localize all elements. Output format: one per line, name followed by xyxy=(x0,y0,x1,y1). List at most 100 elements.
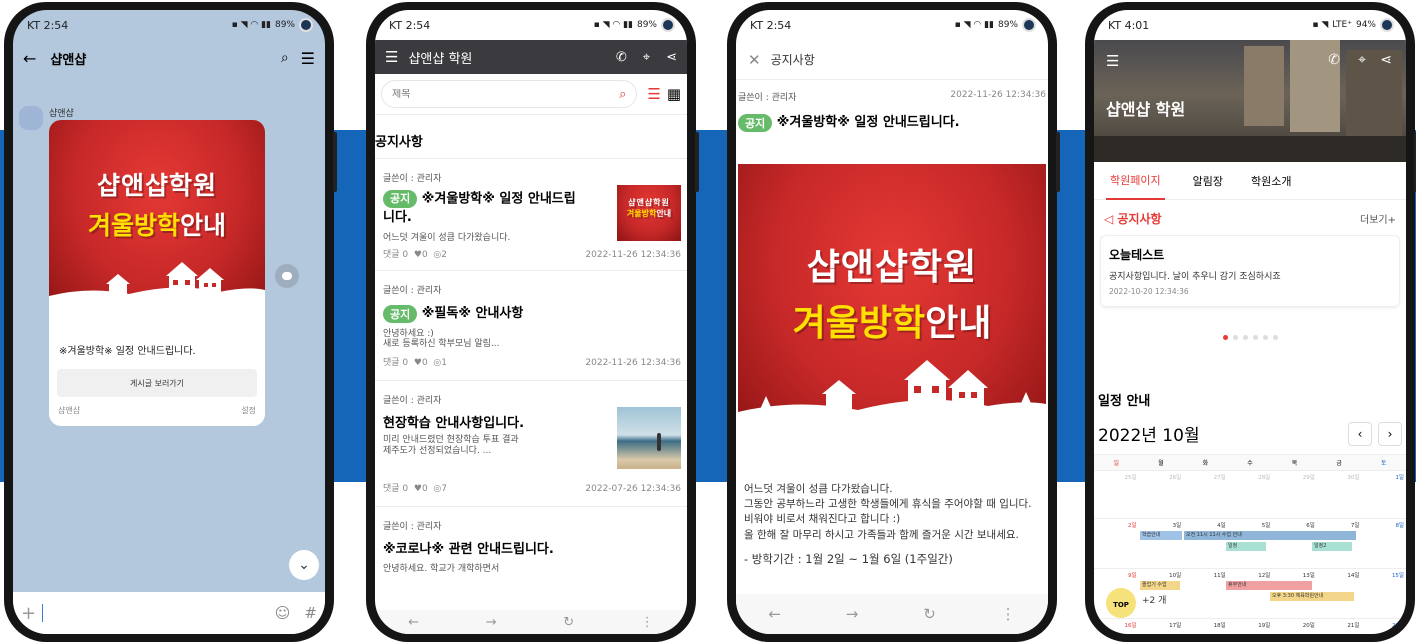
day-cell[interactable]: 29일 xyxy=(1272,471,1317,518)
reload-icon[interactable]: ↻ xyxy=(563,615,574,630)
hashtag-icon[interactable]: # xyxy=(304,604,317,622)
day-cell[interactable]: 28일 xyxy=(1228,471,1273,518)
more-icon[interactable]: ⋮ xyxy=(1001,605,1016,623)
day-cell[interactable]: 27일 xyxy=(1183,471,1228,518)
plus-icon[interactable]: + xyxy=(21,603,36,624)
day-cell[interactable]: 2일 xyxy=(1094,519,1139,568)
location-icon[interactable]: ⌖ xyxy=(1358,52,1366,68)
day-cell[interactable]: 11일 xyxy=(1183,569,1228,618)
poster-line1: 샵앤샵학원 xyxy=(806,247,978,288)
tab-academy-intro[interactable]: 학원소개 xyxy=(1251,173,1291,189)
calendar-event[interactable]: 오후 3:30 체육학원안내 xyxy=(1270,592,1354,601)
phone-icon[interactable]: ✆ xyxy=(1328,52,1340,68)
app-header: ☰ 샵앤샵 학원 ✆ ⌖ ⋖ xyxy=(375,40,687,74)
view-post-button[interactable]: 게시글 보러가기 xyxy=(57,369,257,397)
sender-avatar[interactable] xyxy=(19,106,43,130)
day-cell[interactable]: 25일 xyxy=(1094,471,1139,518)
calendar-event[interactable]: 일정2 xyxy=(1312,542,1352,551)
carousel-dot[interactable] xyxy=(1222,335,1228,340)
post-item[interactable]: 글쓴이 : 관리자 공지 ※필독※ 안내사항 안녕하세요 :) 새로 등록하신 … xyxy=(375,271,687,381)
day-cell[interactable]: 6일 xyxy=(1272,519,1317,568)
hamburger-icon[interactable]: ☰ xyxy=(385,48,398,66)
hamburger-icon[interactable]: ☰ xyxy=(1106,52,1119,70)
message-input[interactable] xyxy=(42,604,44,622)
day-cell[interactable]: 12일 xyxy=(1228,569,1273,618)
weekday-label: 목 xyxy=(1291,460,1298,467)
day-cell[interactable]: 8일 xyxy=(1361,519,1406,568)
notice-card-title: 오늘테스트 xyxy=(1109,248,1165,262)
search-icon[interactable]: ⌕ xyxy=(619,87,626,102)
calendar-event[interactable]: 학습안내 xyxy=(1140,531,1182,540)
carousel-dot[interactable] xyxy=(1242,335,1248,340)
post-stats: 댓글 0 ♥0 ◎1 xyxy=(383,358,447,368)
back-icon[interactable]: ← xyxy=(23,49,36,68)
post-item[interactable]: 글쓴이 : 관리자 ※코로나※ 관련 안내드립니다. 안녕하세요. 학교가 개학… xyxy=(375,507,687,577)
close-icon[interactable]: ✕ xyxy=(748,51,761,69)
card-footer-setting[interactable]: 설정 xyxy=(241,405,256,416)
network-text: LTE⁺ xyxy=(1332,20,1352,30)
prev-month-button[interactable]: ‹ xyxy=(1348,421,1372,446)
back-icon[interactable]: ← xyxy=(408,615,419,630)
calendar-event[interactable]: 일정 xyxy=(1226,542,1266,551)
day-cell[interactable]: 18일 xyxy=(1183,619,1228,634)
day-cell[interactable]: 15일 xyxy=(1361,569,1406,618)
day-cell[interactable]: 20일 xyxy=(1272,619,1317,634)
reload-icon[interactable]: ↻ xyxy=(923,605,936,623)
search-icon[interactable]: ⌕ xyxy=(281,50,289,66)
calendar-event[interactable]: 휴무안내 xyxy=(1226,581,1312,590)
poster-image[interactable]: 샵앤샵학원 겨울방학안내 xyxy=(738,164,1046,442)
next-month-button[interactable]: › xyxy=(1378,421,1402,446)
more-icon[interactable]: ⋮ xyxy=(641,615,654,630)
tab-academy-page[interactable]: 학원페이지 xyxy=(1106,162,1165,200)
day-cell[interactable]: 17일 xyxy=(1139,619,1184,634)
post-item[interactable]: 글쓴이 : 관리자 공지 ※겨울방학※ 일정 안내드립니다. 어느덧 겨울이 성… xyxy=(375,159,687,271)
poster-image[interactable]: 샵앤샵학원 겨울방학안내 xyxy=(49,120,265,316)
search-row: ⌕ ☰ ▦ xyxy=(375,74,687,114)
carousel-dot[interactable] xyxy=(1232,335,1238,340)
share-icon[interactable]: ⋖ xyxy=(666,50,677,65)
status-time: KT 2:54 xyxy=(389,18,431,32)
day-cell[interactable]: 26일 xyxy=(1139,471,1184,518)
search-input[interactable] xyxy=(392,88,620,100)
back-icon[interactable]: ← xyxy=(768,605,781,623)
menu-icon[interactable]: ☰ xyxy=(301,49,315,68)
forward-icon[interactable]: → xyxy=(486,615,497,630)
carousel-dot[interactable] xyxy=(1272,335,1278,340)
list-view-icon[interactable]: ☰ xyxy=(647,85,660,103)
grid-view-icon[interactable]: ▦ xyxy=(667,85,681,103)
schedule-title: 일정 안내 xyxy=(1098,394,1151,409)
day-cell[interactable]: 19일 xyxy=(1228,619,1273,634)
carousel-dot[interactable] xyxy=(1252,335,1258,340)
carousel-dot[interactable] xyxy=(1262,335,1268,340)
browser-bar: ← → ↻ ⋮ xyxy=(736,594,1048,634)
post-author: 글쓴이 : 관리자 xyxy=(383,286,442,296)
day-cell[interactable]: 21일 xyxy=(1317,619,1362,634)
day-cell[interactable]: 30일 xyxy=(1317,471,1362,518)
more-events[interactable]: +2 개 xyxy=(1142,593,1166,606)
day-cell[interactable]: 16일 xyxy=(1094,619,1139,634)
share-icon[interactable] xyxy=(275,264,299,288)
day-cell[interactable]: 3일 xyxy=(1139,519,1184,568)
day-cell[interactable]: 22일 xyxy=(1361,619,1406,634)
location-icon[interactable]: ⌖ xyxy=(643,50,650,65)
post-item[interactable]: 글쓴이 : 관리자 현장학습 안내사항입니다. 미리 안내드렸던 현장학습 투표… xyxy=(375,381,687,507)
share-icon[interactable]: ⋖ xyxy=(1380,52,1392,68)
notice-card[interactable]: 오늘테스트 공지사항입니다. 날이 추우니 감기 조심하시죠 2022-10-2… xyxy=(1100,235,1400,307)
calendar-event[interactable]: 졸업기 수업 xyxy=(1140,581,1180,590)
calendar-event[interactable]: 오전 11시 11시 수업 안내 xyxy=(1184,531,1356,540)
camera-icon xyxy=(1380,18,1394,32)
day-cell[interactable]: 4일 xyxy=(1183,519,1228,568)
notice-card-date: 2022-10-20 12:34:36 xyxy=(1109,287,1189,296)
day-cell[interactable]: 1일 xyxy=(1361,471,1406,518)
app-title: 샵앤샵 학원 xyxy=(408,51,473,67)
message-card[interactable]: 샵앤샵학원 겨울방학안내 ※겨울방학※ 일정 안내드립니다. 게시글 보러가기 … xyxy=(49,120,265,426)
emoji-icon[interactable]: ☺ xyxy=(275,604,291,622)
scroll-top-button[interactable]: TOP xyxy=(1106,588,1136,618)
forward-icon[interactable]: → xyxy=(846,605,859,623)
status-bar: KT 2:54 ▪ ◥ ◠ ▮▮ 89% xyxy=(13,10,325,40)
scroll-down-icon[interactable]: ⌄ xyxy=(289,550,319,580)
phone-home: KT 4:01 ▪ ◥ LTE⁺ 94% ☰ ✆ ⌖ ⋖ 샵앤샵 학원 학원페이지 … xyxy=(1085,2,1416,642)
tab-notice-board[interactable]: 알림장 xyxy=(1193,173,1223,189)
more-link[interactable]: 더보기+ xyxy=(1360,211,1396,226)
phone-icon[interactable]: ✆ xyxy=(616,50,627,65)
